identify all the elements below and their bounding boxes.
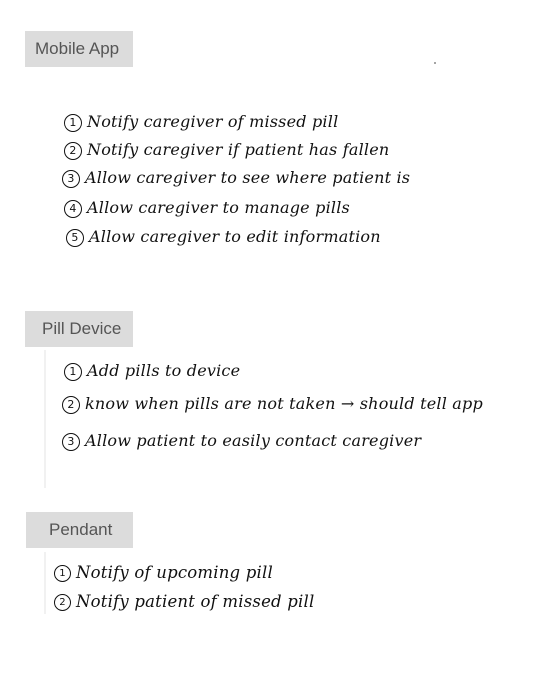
- item-number: 4: [64, 199, 82, 218]
- item-number: 2: [64, 141, 82, 160]
- section-title: Mobile App: [25, 31, 133, 67]
- section-title: Pill Device: [25, 311, 133, 347]
- list-item: 1 Notify of upcoming pill: [54, 563, 273, 582]
- section-title-text: Pendant: [49, 520, 113, 539]
- item-text: Notify patient of missed pill: [76, 592, 315, 611]
- list-item: 4 Allow caregiver to manage pills: [64, 198, 350, 218]
- list-item: 2 Notify patient of missed pill: [54, 592, 314, 611]
- list-item: 5 Allow caregiver to edit information: [66, 227, 381, 247]
- item-text: Allow caregiver to see where patient is: [85, 168, 411, 187]
- scan-edge: [44, 552, 46, 614]
- item-text: Notify caregiver of missed pill: [87, 112, 339, 131]
- item-text: Notify of upcoming pill: [76, 563, 273, 582]
- scan-edge: [44, 350, 46, 488]
- section-title: Pendant: [26, 512, 133, 548]
- list-item: 3 Allow patient to easily contact caregiv…: [62, 431, 421, 451]
- item-number: 3: [62, 432, 80, 451]
- item-number: 3: [62, 169, 80, 188]
- item-text: Allow caregiver to edit information: [89, 227, 381, 246]
- item-text: know when pills are not taken → should t…: [85, 394, 483, 413]
- list-item: 1 Add pills to device: [64, 361, 240, 381]
- list-item: 3 Allow caregiver to see where patient is: [62, 168, 410, 188]
- item-number: 1: [64, 362, 82, 381]
- item-text: Allow caregiver to manage pills: [87, 198, 350, 217]
- item-number: 5: [66, 228, 84, 247]
- item-number: 1: [64, 113, 82, 132]
- list-item: 2 Notify caregiver if patient has fallen: [64, 140, 389, 160]
- item-number: 2: [54, 594, 71, 611]
- list-item: 1 Notify caregiver of missed pill: [64, 112, 338, 132]
- item-text: Add pills to device: [87, 361, 241, 380]
- item-number: 1: [54, 565, 71, 582]
- section-title-text: Pill Device: [42, 319, 122, 338]
- item-number: 2: [62, 395, 80, 414]
- section-title-text: Mobile App: [35, 39, 120, 58]
- stray-dot: [434, 62, 436, 64]
- item-text: Allow patient to easily contact caregive…: [85, 431, 422, 450]
- item-text: Notify caregiver if patient has fallen: [87, 140, 390, 159]
- list-item: 2 know when pills are not taken → should …: [62, 394, 483, 414]
